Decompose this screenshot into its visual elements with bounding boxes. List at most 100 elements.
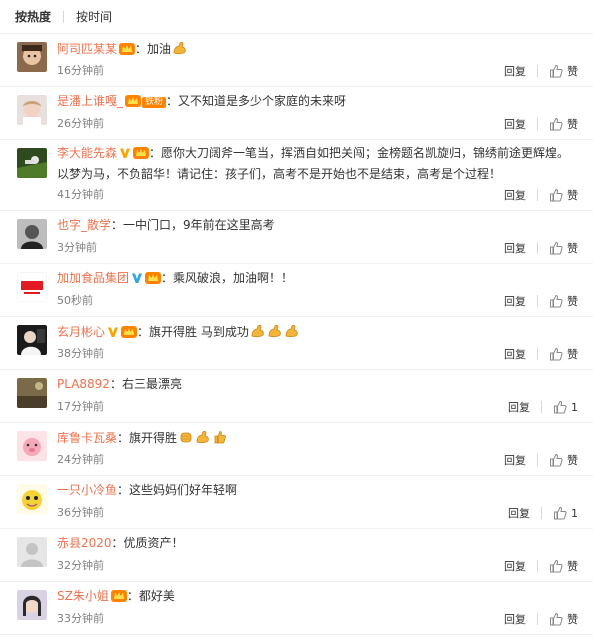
like-button[interactable]: 赞 — [549, 187, 578, 203]
comment-item: 玄月彬心 ：旗开得胜 马到成功 38分钟前 回复 赞 — [0, 317, 593, 370]
like-button[interactable]: 赞 — [549, 346, 578, 362]
avatar[interactable] — [17, 378, 47, 408]
avatar[interactable] — [17, 484, 47, 514]
reply-button[interactable]: 回复 — [504, 240, 526, 256]
member-crown-icon — [133, 146, 150, 159]
comment-item: 是潘上谁嘎_ 铁粉 ：又不知道是多少个家庭的未来呀 26分钟前 回复 赞 — [0, 87, 593, 140]
like-label: 赞 — [567, 454, 578, 467]
comment-item: 李大能先森 ：愿你大刀阔斧一笔当，挥洒自如把关闯；金榜题名凯旋归，锦绣前途更辉煌。… — [0, 140, 593, 211]
tab-divider — [63, 10, 65, 23]
reply-button[interactable]: 回复 — [504, 293, 526, 309]
comment-text: ：一中门口，9年前在这里高考 — [111, 218, 275, 232]
like-button[interactable]: 赞 — [549, 63, 578, 79]
verified-v-icon — [107, 326, 119, 338]
tab-by-time[interactable]: 按时间 — [76, 8, 112, 25]
username[interactable]: 赤县2020 — [57, 536, 112, 550]
username[interactable]: 库鲁卡瓦桑 — [57, 431, 117, 445]
like-button[interactable]: 赞 — [549, 558, 578, 574]
comment-text: ：旗开得胜 马到成功 — [137, 325, 249, 339]
comment-time: 17分钟前 — [57, 400, 104, 413]
flex-arm-emoji — [284, 323, 300, 339]
comment-item: 加加食品集团 ：乘风破浪，加油啊！！ 50秒前 回复 赞 — [0, 264, 593, 317]
member-crown-icon — [121, 325, 138, 338]
sort-tabs: 按热度 按时间 — [0, 0, 593, 34]
avatar[interactable] — [17, 325, 47, 355]
like-button[interactable]: 赞 — [549, 293, 578, 309]
avatar[interactable] — [17, 148, 47, 178]
like-button[interactable]: 赞 — [549, 116, 578, 132]
reply-button[interactable]: 回复 — [504, 611, 526, 627]
comment-item: SZ朱小姐 ：都好美 33分钟前 回复 赞 — [0, 582, 593, 635]
comment-text: ：乘风破浪，加油啊！！ — [161, 271, 294, 285]
flex-arm-emoji — [195, 429, 211, 445]
avatar[interactable] — [17, 431, 47, 461]
tab-by-hot[interactable]: 按热度 — [15, 8, 51, 25]
username[interactable]: 是潘上谁嘎_ — [57, 94, 123, 108]
like-count: 1 — [571, 506, 578, 520]
username[interactable]: 一只小冷鱼 — [57, 483, 117, 497]
reply-button[interactable]: 回复 — [504, 187, 526, 203]
comment-time: 16分钟前 — [57, 64, 104, 77]
thumbs-up-emoji — [212, 429, 228, 445]
like-button[interactable]: 赞 — [549, 611, 578, 627]
flex-arm-emoji — [267, 323, 283, 339]
member-crown-icon — [145, 271, 162, 284]
like-button[interactable]: 赞 — [549, 240, 578, 256]
username[interactable]: SZ朱小姐 — [57, 589, 109, 603]
comment-time: 41分钟前 — [57, 188, 104, 201]
like-label: 赞 — [567, 348, 578, 361]
reply-button[interactable]: 回复 — [504, 346, 526, 362]
flex-arm-emoji — [172, 40, 188, 56]
thumbs-up-icon — [550, 453, 563, 467]
username[interactable]: 阿司匹某某 — [57, 42, 117, 56]
comment-text: ：右三最漂亮 — [109, 377, 182, 391]
username[interactable]: 也字_散学 — [57, 218, 111, 232]
thumbs-up-icon — [550, 294, 563, 308]
avatar[interactable] — [17, 95, 47, 125]
avatar[interactable] — [17, 219, 47, 249]
thumbs-up-icon — [550, 241, 563, 255]
avatar[interactable] — [17, 42, 47, 72]
reply-button[interactable]: 回复 — [504, 452, 526, 468]
thumbs-up-icon — [550, 347, 563, 361]
comment-text: ：都好美 — [126, 589, 175, 603]
verified-blue-v-icon — [131, 272, 143, 284]
comment-item: 也字_散学：一中门口，9年前在这里高考 3分钟前 回复 赞 — [0, 211, 593, 264]
comment-time: 33分钟前 — [57, 612, 104, 625]
like-button[interactable]: 1 — [553, 506, 578, 520]
comment-list: 阿司匹某某 ：加油 16分钟前 回复 赞 是潘上谁嘎_ 铁粉 ：又不知道是多少个家庭的… — [0, 34, 593, 635]
thumbs-up-icon — [550, 559, 563, 573]
reply-button[interactable]: 回复 — [508, 399, 530, 415]
reply-button[interactable]: 回复 — [508, 505, 530, 521]
verified-v-icon — [119, 147, 131, 159]
comment-time: 32分钟前 — [57, 559, 104, 572]
username[interactable]: PLA8892 — [57, 377, 110, 391]
thumbs-up-icon — [550, 117, 563, 131]
avatar[interactable] — [17, 590, 47, 620]
comment-text: ：又不知道是多少个家庭的未来呀 — [166, 94, 347, 108]
comment-time: 36分钟前 — [57, 506, 104, 519]
reply-button[interactable]: 回复 — [504, 116, 526, 132]
comment-text: ：旗开得胜 — [117, 431, 178, 445]
avatar[interactable] — [17, 537, 47, 567]
like-label: 赞 — [567, 560, 578, 573]
avatar[interactable] — [17, 272, 47, 302]
username[interactable]: 加加食品集团 — [57, 271, 129, 285]
comment-text: ：这些妈妈们好年轻啊 — [117, 483, 238, 497]
username[interactable]: 李大能先森 — [57, 146, 117, 160]
reply-button[interactable]: 回复 — [504, 63, 526, 79]
like-label: 赞 — [567, 118, 578, 131]
comment-time: 50秒前 — [57, 294, 93, 307]
like-label: 赞 — [567, 295, 578, 308]
comment-item: 阿司匹某某 ：加油 16分钟前 回复 赞 — [0, 34, 593, 87]
username[interactable]: 玄月彬心 — [57, 325, 105, 339]
reply-button[interactable]: 回复 — [504, 558, 526, 574]
comment-item: 一只小冷鱼：这些妈妈们好年轻啊 36分钟前 回复 1 — [0, 476, 593, 529]
fan-badge: 铁粉 — [142, 97, 167, 108]
like-button[interactable]: 赞 — [549, 452, 578, 468]
like-label: 赞 — [567, 65, 578, 78]
flex-arm-emoji — [250, 323, 266, 339]
like-button[interactable]: 1 — [553, 400, 578, 414]
thumbs-up-icon — [554, 506, 567, 520]
thumbs-up-icon — [550, 612, 563, 626]
